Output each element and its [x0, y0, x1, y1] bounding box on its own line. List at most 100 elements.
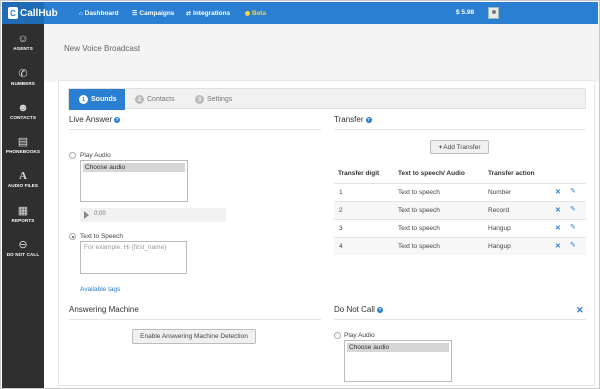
edit-icon[interactable]: ✎	[570, 223, 576, 231]
sidebar-item-agents[interactable]: ☺ AGENTS	[2, 32, 44, 51]
delete-icon[interactable]: ✕	[555, 242, 561, 250]
help-icon[interactable]: ?	[114, 117, 121, 123]
answering-machine-heading: Answering Machine	[69, 305, 139, 314]
audio-files-icon: A	[19, 170, 27, 182]
contacts-icon: ☻	[17, 102, 29, 114]
tab-number: 2	[135, 95, 144, 104]
tab-number: 1	[79, 95, 88, 104]
transfer-digit: 1	[339, 189, 343, 196]
home-icon: ⌂	[79, 10, 83, 17]
tts-placeholder: For example: Hi {first_name}	[84, 244, 167, 251]
tab-label: Settings	[207, 96, 233, 103]
tab-number: 3	[195, 95, 204, 104]
nav-dashboard[interactable]: ⌂ Dashboard	[79, 9, 119, 18]
sidebar-item-numbers[interactable]: ✆ NUMBERS	[2, 67, 44, 86]
app-window: C CallHub ⌂ Dashboard ☰ Campaigns ⇄ Inte…	[0, 0, 600, 389]
add-transfer-label: Add Transfer	[443, 143, 481, 151]
table-row: 4 Text to speech Hangup ✕ ✎	[334, 237, 586, 255]
transfer-digit: 4	[339, 243, 343, 250]
text-to-speech-input[interactable]: For example: Hi {first_name}	[80, 241, 187, 274]
live-answer-audio-select[interactable]: Choose audio	[80, 160, 188, 202]
dnc-play-audio-radio[interactable]	[334, 332, 341, 339]
transfer-digit: 2	[339, 207, 343, 214]
transfer-action: Hangup	[488, 243, 511, 250]
page-header	[44, 24, 599, 82]
edit-icon[interactable]: ✎	[570, 205, 576, 213]
available-tags-link[interactable]: Available tags	[80, 286, 120, 293]
play-icon[interactable]	[84, 211, 89, 219]
page-title: New Voice Broadcast	[64, 44, 141, 53]
logo-icon: C	[8, 7, 18, 19]
edit-icon[interactable]: ✎	[570, 187, 576, 195]
callhub-logo[interactable]: C CallHub	[8, 6, 68, 20]
agents-icon: ☺	[17, 33, 29, 45]
text-to-speech-radio[interactable]	[69, 233, 76, 240]
delete-icon[interactable]: ✕	[555, 206, 561, 214]
sidebar-item-label: AUDIO FILES	[7, 183, 39, 188]
audio-option[interactable]: Choose audio	[83, 163, 185, 172]
transfer-action: Hangup	[488, 225, 511, 232]
divider	[69, 319, 321, 320]
do-not-call-icon: ⊖	[18, 239, 28, 251]
sidebar-item-audio-files[interactable]: A AUDIO FILES	[2, 169, 44, 188]
tab-settings[interactable]: 3 Settings	[195, 89, 251, 110]
sidebar-item-do-not-call[interactable]: ⊖ DO NOT CALL	[2, 238, 44, 257]
audio-option[interactable]: Choose audio	[347, 343, 449, 352]
dnc-play-audio-label: Play Audio	[344, 332, 375, 339]
top-navbar: C CallHub ⌂ Dashboard ☰ Campaigns ⇄ Inte…	[2, 2, 598, 24]
play-audio-radio[interactable]	[69, 152, 76, 159]
table-row: 2 Text to speech Record ✕ ✎	[334, 201, 586, 219]
nav-integrations[interactable]: ⇄ Integrations	[186, 9, 230, 18]
sidebar-item-contacts[interactable]: ☻ CONTACTS	[2, 101, 44, 120]
transfer-heading: Transfer?	[334, 115, 372, 124]
phone-icon: ✆	[18, 68, 28, 80]
transfer-audio: Text to speech	[398, 225, 440, 232]
table-row: 1 Text to speech Number ✕ ✎	[334, 183, 586, 201]
delete-icon[interactable]: ✕	[555, 224, 561, 232]
integrations-icon: ⇄	[186, 11, 192, 17]
nav-beta[interactable]: Beta	[245, 9, 266, 18]
dnc-audio-select[interactable]: Choose audio	[344, 340, 452, 382]
user-avatar[interactable]	[488, 7, 499, 19]
transfer-audio: Text to speech	[398, 189, 440, 196]
help-icon[interactable]: ?	[365, 117, 372, 123]
do-not-call-title: Do Not Call	[334, 305, 375, 314]
logo-text: CallHub	[20, 7, 58, 19]
divider	[69, 129, 321, 130]
close-icon[interactable]: ✕	[576, 305, 584, 316]
sidebar-item-label: CONTACTS	[10, 115, 36, 120]
phonebook-icon: ▤	[17, 136, 29, 148]
nav-campaigns[interactable]: ☰ Campaigns	[132, 9, 174, 18]
sidebar: ☺ AGENTS ✆ NUMBERS ☻ CONTACTS ▤ PHONEBOO…	[2, 24, 44, 388]
transfer-title: Transfer	[334, 115, 364, 124]
sidebar-item-label: DO NOT CALL	[6, 252, 40, 257]
sidebar-item-label: REPORTS	[11, 218, 35, 223]
column-header-audio: Text to speech/ Audio	[398, 170, 465, 177]
sidebar-item-phonebooks[interactable]: ▤ PHONEBOOKS	[2, 135, 44, 154]
account-balance: $ 5.98	[456, 9, 475, 16]
divider	[334, 319, 586, 320]
beta-dot-icon	[245, 11, 250, 16]
column-header-digit: Transfer digit	[338, 170, 380, 177]
enable-amd-button[interactable]: Enable Answering Machine Detection	[132, 329, 256, 344]
live-answer-title: Live Answer	[69, 115, 113, 124]
play-audio-label: Play Audio	[80, 152, 111, 159]
sidebar-item-label: NUMBERS	[11, 81, 35, 86]
edit-icon[interactable]: ✎	[570, 241, 576, 249]
table-row: 3 Text to speech Hangup ✕ ✎	[334, 219, 586, 237]
divider	[334, 129, 586, 130]
help-icon[interactable]: ?	[376, 307, 383, 313]
nav-campaigns-label: Campaigns	[139, 10, 175, 17]
tab-sounds[interactable]: 1 Sounds	[69, 89, 125, 110]
audio-time: 0:00	[94, 211, 106, 217]
tab-contacts[interactable]: 2 Contacts	[135, 89, 191, 110]
plus-icon: +	[438, 143, 443, 151]
sidebar-item-reports[interactable]: ▦ REPORTS	[2, 204, 44, 223]
reports-icon: ▦	[17, 205, 29, 217]
sidebar-item-label: PHONEBOOKS	[5, 149, 41, 154]
nav-beta-label: Beta	[252, 10, 267, 17]
nav-integrations-label: Integrations	[193, 10, 231, 17]
add-transfer-button[interactable]: + Add Transfer	[430, 140, 489, 154]
transfer-audio: Text to speech	[398, 243, 440, 250]
delete-icon[interactable]: ✕	[555, 188, 561, 196]
